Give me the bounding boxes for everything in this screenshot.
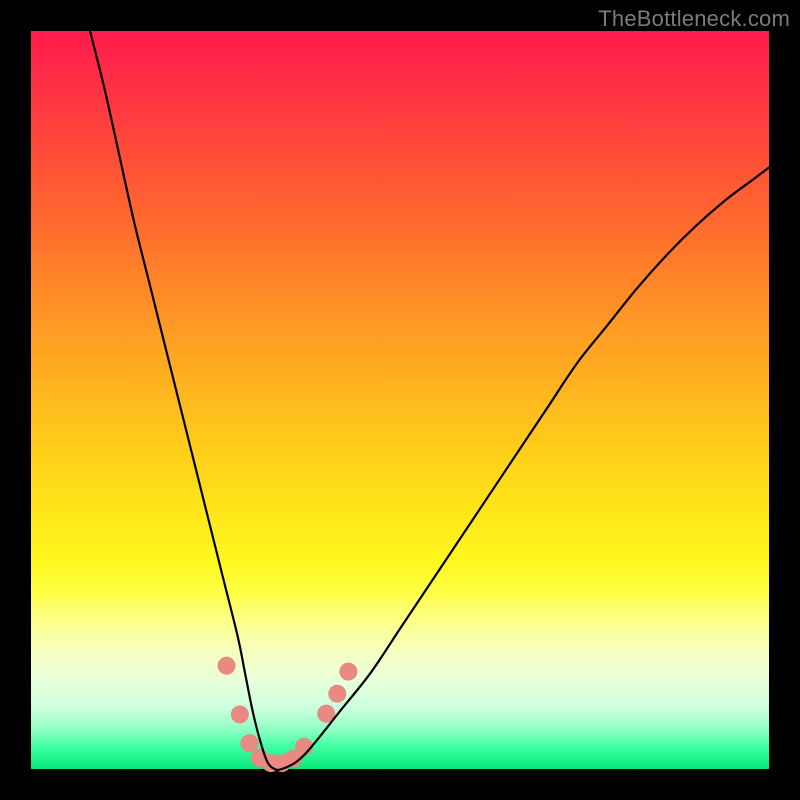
chart-svg — [31, 31, 769, 769]
bottleneck-curve — [90, 31, 769, 770]
highlight-dot — [240, 734, 258, 752]
watermark-text: TheBottleneck.com — [598, 6, 790, 32]
highlight-dot — [339, 663, 357, 681]
plot-area — [31, 31, 769, 769]
highlight-dot — [328, 685, 346, 703]
highlight-dot — [218, 657, 236, 675]
highlight-dot — [231, 705, 249, 723]
